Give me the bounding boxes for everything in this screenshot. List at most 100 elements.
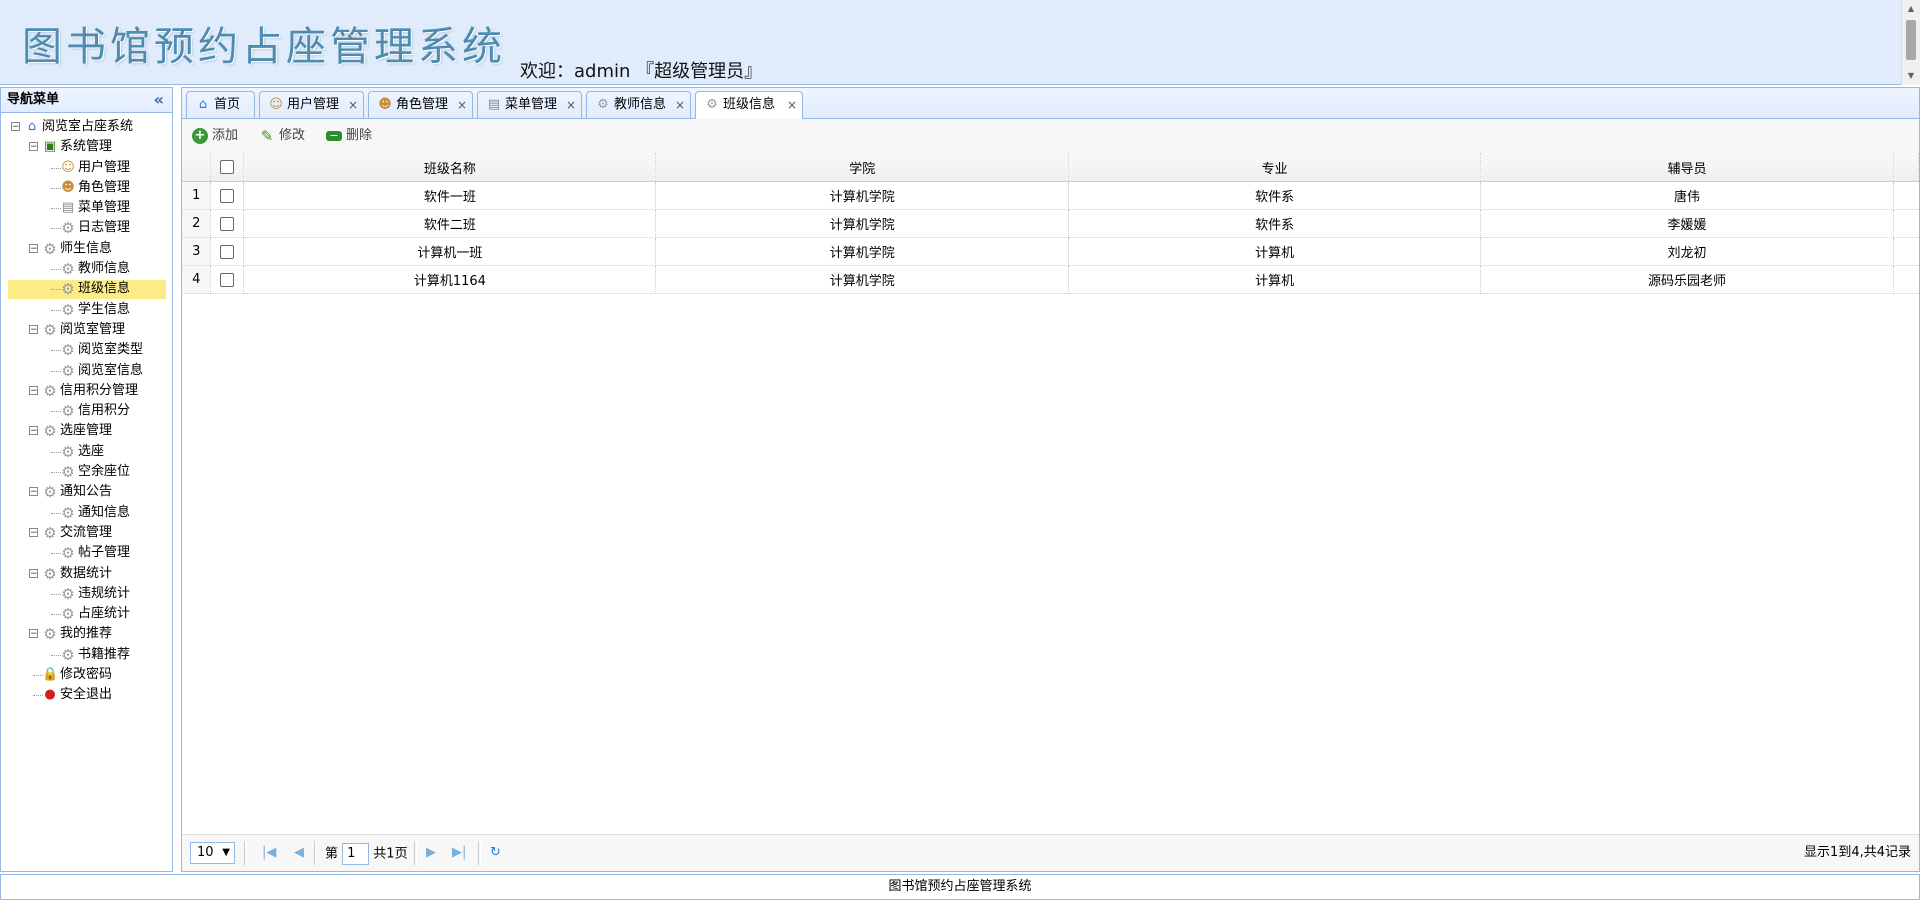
close-icon[interactable]: ×: [348, 92, 358, 118]
nav-item-1[interactable]: − ▣ 系统管理: [1, 137, 172, 157]
collapse-toggle-icon[interactable]: −: [11, 122, 20, 132]
col-header-major[interactable]: 专业: [1068, 153, 1482, 182]
nav-item-11[interactable]: ⚙ 阅览室类型: [1, 340, 172, 360]
select-all-cell: [210, 153, 245, 182]
select-all-checkbox[interactable]: [220, 160, 235, 174]
scroll-thumb[interactable]: [1906, 20, 1916, 60]
nav-item-22[interactable]: − ⚙ 数据统计: [1, 564, 172, 584]
nav-item-19[interactable]: ⚙ 通知信息: [1, 503, 172, 523]
refresh-icon[interactable]: ↻: [490, 843, 501, 863]
nav-item-23[interactable]: ⚙ 违规统计: [1, 584, 172, 604]
nav-tree: − ⌂ 阅览室占座系统 − ▣ 系统管理 ☺ 用户管理 ☻ 角色管理 ▤ 菜单管理 ⚙ 日志管理 − ⚙ 师生信…: [1, 113, 172, 706]
first-page-icon[interactable]: |◀: [262, 843, 276, 863]
nav-title: 导航菜单: [7, 92, 60, 107]
next-page-icon[interactable]: ▶: [426, 843, 436, 863]
collapse-toggle-icon[interactable]: −: [29, 527, 38, 537]
delete-button[interactable]: − 删除: [326, 127, 372, 145]
nav-item-28[interactable]: ● 安全退出: [1, 685, 172, 705]
nav-item-8[interactable]: ⚙ 班级信息: [1, 279, 172, 299]
nav-item-26[interactable]: ⚙ 书籍推荐: [1, 645, 172, 665]
nav-item-18[interactable]: − ⚙ 通知公告: [1, 482, 172, 502]
collapse-toggle-icon[interactable]: −: [29, 142, 38, 152]
tab-bar: ⌂ 首页 ☺ 用户管理 × ☻ 角色管理 × ▤ 菜单管理 × ⚙ 教师信息 × ⚙ 班级信息 ×: [182, 88, 1919, 119]
nav-item-21[interactable]: ⚙ 帖子管理: [1, 543, 172, 563]
nav-item-0[interactable]: − ⌂ 阅览室占座系统: [1, 117, 172, 137]
page-number-input[interactable]: 1: [342, 843, 370, 865]
gear-icon: ⚙: [61, 584, 75, 603]
collapse-toggle-icon[interactable]: −: [29, 487, 38, 497]
collapse-toggle-icon[interactable]: −: [29, 568, 38, 578]
nav-item-label: 占座统计: [78, 606, 131, 622]
col-header-college[interactable]: 学院: [655, 153, 1070, 182]
nav-item-label: 选座管理: [60, 423, 113, 439]
collapse-toggle-icon[interactable]: −: [29, 385, 38, 395]
gear-icon: ⚙: [706, 97, 718, 112]
close-icon[interactable]: ×: [457, 92, 467, 118]
close-icon[interactable]: ×: [566, 92, 576, 118]
nav-item-15[interactable]: − ⚙ 选座管理: [1, 421, 172, 441]
nav-item-24[interactable]: ⚙ 占座统计: [1, 604, 172, 624]
last-page-icon[interactable]: ▶|: [452, 843, 466, 863]
nav-item-label: 帖子管理: [78, 545, 131, 561]
page-size-select[interactable]: 10 ▼: [190, 842, 235, 864]
collapse-toggle-icon[interactable]: −: [29, 243, 38, 253]
folder-icon: ▣: [43, 139, 57, 155]
nav-item-7[interactable]: ⚙ 教师信息: [1, 259, 172, 279]
nav-header: 导航菜单 «: [1, 88, 172, 113]
scroll-up-icon[interactable]: ▲: [1902, 2, 1920, 16]
prev-page-icon[interactable]: ◀: [294, 843, 304, 863]
nav-item-3[interactable]: ☻ 角色管理: [1, 178, 172, 198]
nav-item-10[interactable]: − ⚙ 阅览室管理: [1, 320, 172, 340]
scroll-down-icon[interactable]: ▼: [1902, 69, 1920, 83]
tab-label: 班级信息: [723, 97, 776, 112]
collapse-toggle-icon[interactable]: −: [29, 324, 38, 334]
tab-3[interactable]: ▤ 菜单管理 ×: [477, 91, 582, 118]
nav-item-label: 选座: [78, 443, 105, 459]
tab-1[interactable]: ☺ 用户管理 ×: [259, 91, 364, 118]
table-row[interactable]: 3 计算机一班 计算机学院 计算机 刘龙初: [182, 237, 1919, 266]
content-panel: ⌂ 首页 ☺ 用户管理 × ☻ 角色管理 × ▤ 菜单管理 × ⚙ 教师信息 × ⚙ 班级信息 × + 添加 ✎ 修…: [181, 87, 1920, 872]
nav-item-20[interactable]: − ⚙ 交流管理: [1, 523, 172, 543]
table-row[interactable]: 2 软件二班 计算机学院 软件系 李媛媛: [182, 209, 1919, 238]
tab-5[interactable]: ⚙ 班级信息 ×: [695, 91, 803, 119]
double-chevron-left-icon[interactable]: «: [154, 88, 164, 112]
cell-major: 计算机: [1068, 237, 1482, 266]
system-title: 图书馆预约占座管理系统: [22, 24, 506, 70]
tab-0[interactable]: ⌂ 首页: [186, 91, 255, 118]
tab-4[interactable]: ⚙ 教师信息 ×: [586, 91, 691, 118]
row-checkbox[interactable]: [220, 216, 235, 231]
nav-item-16[interactable]: ⚙ 选座: [1, 442, 172, 462]
add-button[interactable]: + 添加: [192, 127, 238, 145]
gear-icon: ⚙: [61, 341, 75, 360]
row-checkbox[interactable]: [220, 272, 235, 287]
nav-item-27[interactable]: 🔒 修改密码: [1, 665, 172, 685]
edit-button[interactable]: ✎ 修改: [259, 127, 305, 145]
close-icon[interactable]: ×: [787, 92, 797, 118]
gear-icon: ⚙: [61, 361, 75, 380]
nav-item-9[interactable]: ⚙ 学生信息: [1, 300, 172, 320]
nav-item-2[interactable]: ☺ 用户管理: [1, 158, 172, 178]
nav-item-17[interactable]: ⚙ 空余座位: [1, 462, 172, 482]
nav-item-label: 学生信息: [78, 301, 131, 317]
col-header-counselor[interactable]: 辅导员: [1480, 153, 1894, 182]
tab-2[interactable]: ☻ 角色管理 ×: [368, 91, 473, 118]
row-checkbox[interactable]: [220, 188, 235, 203]
table-row[interactable]: 1 软件一班 计算机学院 软件系 唐伟: [182, 181, 1919, 210]
nav-item-5[interactable]: ⚙ 日志管理: [1, 218, 172, 238]
pager-separator: [314, 841, 317, 865]
close-icon[interactable]: ×: [675, 92, 685, 118]
page-scrollbar[interactable]: ▲ ▼: [1901, 0, 1920, 85]
nav-item-14[interactable]: ⚙ 信用积分: [1, 401, 172, 421]
table-row[interactable]: 4 计算机1164 计算机学院 计算机 源码乐园老师: [182, 265, 1919, 294]
nav-item-25[interactable]: − ⚙ 我的推荐: [1, 624, 172, 644]
nav-item-12[interactable]: ⚙ 阅览室信息: [1, 361, 172, 381]
collapse-toggle-icon[interactable]: −: [29, 629, 38, 639]
row-select-cell: [210, 181, 245, 210]
nav-item-13[interactable]: − ⚙ 信用积分管理: [1, 381, 172, 401]
nav-item-4[interactable]: ▤ 菜单管理: [1, 198, 172, 218]
col-header-class-name[interactable]: 班级名称: [243, 153, 657, 182]
nav-item-label: 修改密码: [60, 667, 113, 683]
collapse-toggle-icon[interactable]: −: [29, 426, 38, 436]
nav-item-6[interactable]: − ⚙ 师生信息: [1, 239, 172, 259]
row-checkbox[interactable]: [220, 244, 235, 259]
